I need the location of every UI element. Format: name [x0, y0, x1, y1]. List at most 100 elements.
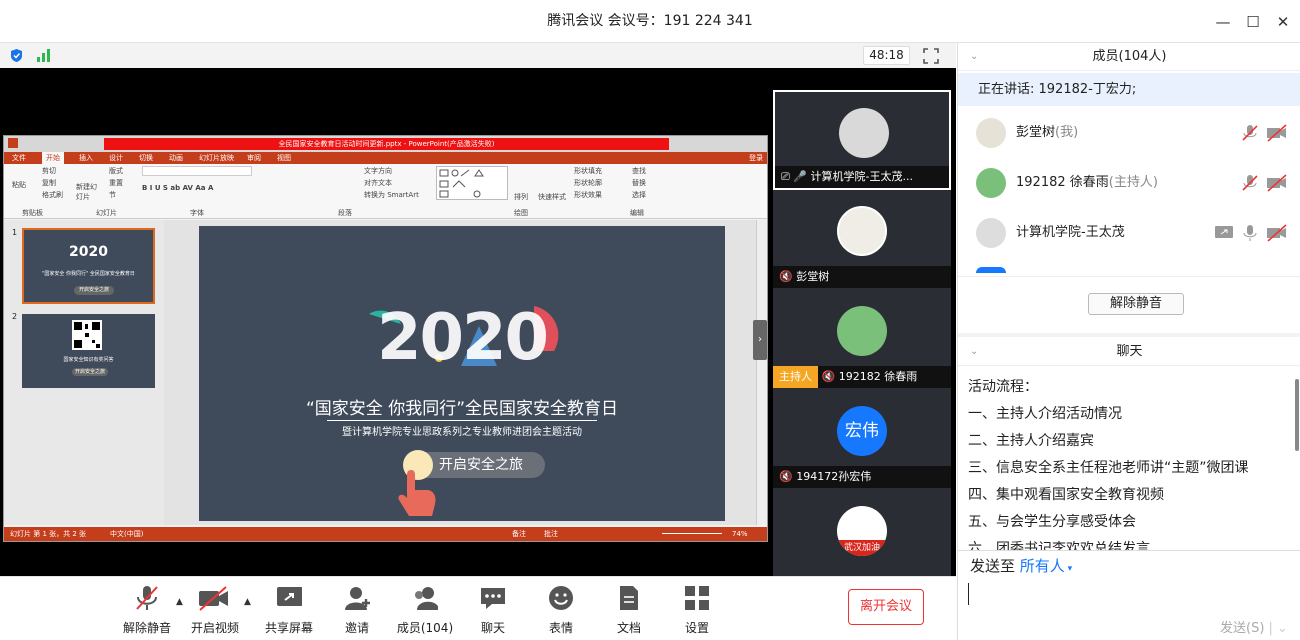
ribbon-item[interactable]: 复制	[42, 178, 56, 188]
ribbon-item[interactable]: 格式刷	[42, 190, 63, 200]
members-button[interactable]: 成员(104)	[390, 583, 460, 637]
thumb-button: 开启安全之旅	[72, 368, 108, 376]
fullscreen-icon[interactable]	[923, 48, 939, 64]
send-to-selector[interactable]: 发送至 所有人 ▾	[970, 555, 1072, 580]
ribbon-item[interactable]: 粘贴	[12, 180, 26, 190]
chat-line: 五、与会学生分享感受体会	[968, 514, 1136, 530]
chat-input[interactable]	[968, 583, 1293, 613]
chevron-down-icon[interactable]: ⌄	[970, 43, 978, 71]
mic-muted-icon	[136, 586, 158, 610]
leave-meeting-button[interactable]: 离开会议	[848, 589, 924, 625]
smile-icon	[549, 586, 573, 610]
video-tile[interactable]: ⎚ 🎤 计算机学院-王太茂...	[773, 90, 951, 190]
ppt-tab[interactable]: 审阅	[247, 152, 261, 164]
mic-muted-icon[interactable]	[1241, 124, 1259, 142]
ribbon-item[interactable]: 节	[109, 190, 116, 200]
ribbon-item[interactable]: 版式	[109, 166, 123, 176]
ribbon-item[interactable]: 替换	[632, 178, 646, 188]
invite-label: 邀请	[344, 621, 369, 635]
ribbon-item[interactable]: 转换为 SmartArt	[364, 190, 419, 200]
unmute-button[interactable]: 解除静音	[112, 583, 182, 637]
send-button[interactable]: 发送(S) | ⌄	[1220, 617, 1288, 636]
ppt-tab[interactable]: 切换	[139, 152, 153, 164]
mic-icon[interactable]	[1241, 224, 1259, 242]
chat-button[interactable]: 聊天	[458, 583, 528, 637]
chat-scrollbar[interactable]	[1295, 379, 1299, 451]
ribbon-item[interactable]: 快速样式	[538, 192, 566, 202]
camera-off-icon[interactable]	[1266, 224, 1288, 242]
unmute-label: 解除静音	[122, 621, 171, 635]
camera-off-icon[interactable]	[1266, 174, 1288, 192]
video-tile[interactable]: 🔇 彭堂树	[773, 190, 951, 290]
ribbon-item[interactable]: 剪切	[42, 166, 56, 176]
emoji-button[interactable]: 表情	[526, 583, 596, 637]
send-to-target[interactable]: 所有人	[1020, 557, 1065, 575]
members-title: 成员(104人)	[1092, 49, 1167, 64]
mic-muted-icon: 🔇	[821, 370, 836, 383]
font-name-field[interactable]	[142, 166, 252, 176]
divider	[958, 333, 1300, 337]
current-slide[interactable]: 2020 “国家安全 你我同行”全民国家安全教育日 暨计算机学院专业思政系列之专…	[199, 226, 725, 521]
video-tile[interactable]: 武汉加油	[773, 490, 951, 576]
start-video-button[interactable]: 开启视频	[180, 583, 250, 637]
ppt-tab[interactable]: 插入	[79, 152, 93, 164]
ppt-tab[interactable]: 设计	[109, 152, 123, 164]
member-row[interactable]: 192182 徐春雨(主持人)	[958, 158, 1300, 208]
signal-icon[interactable]	[36, 47, 52, 63]
slide-thumb-2[interactable]: 国家安全知识有奖问答 开启安全之旅	[22, 314, 155, 388]
tile-name-text: 194172孙宏伟	[796, 470, 872, 483]
expand-strip-arrow[interactable]: ›	[753, 320, 767, 360]
video-tile[interactable]: 宏伟 🔇 194172孙宏伟	[773, 390, 951, 490]
ribbon-item[interactable]: 选择	[632, 190, 646, 200]
ppt-tab[interactable]: 开始	[42, 152, 64, 164]
video-tile[interactable]: 主持人 🔇 192182 徐春雨	[773, 290, 951, 390]
zoom-slider[interactable]	[662, 533, 722, 534]
chevron-down-icon[interactable]: ⌄	[970, 338, 978, 366]
language: 中文(中国)	[110, 530, 144, 538]
notes-button[interactable]: 备注	[512, 527, 526, 541]
ppt-tab[interactable]: 幻灯片放映	[199, 152, 234, 164]
ppt-tab[interactable]: 视图	[277, 152, 291, 164]
maximize-icon[interactable]: ☐	[1243, 12, 1263, 32]
cartoon-avatar	[976, 168, 1006, 198]
caret-up-icon[interactable]: ▲	[244, 597, 251, 607]
member-row[interactable]: 彭堂树(我)	[958, 108, 1300, 158]
caret-down-icon[interactable]: ▾	[1065, 564, 1073, 574]
unmute-all-button[interactable]: 解除静音	[1088, 293, 1184, 315]
ppt-tab[interactable]: 文件	[12, 152, 26, 164]
ribbon-item[interactable]: 形状轮廓	[574, 178, 602, 188]
invite-button[interactable]: 邀请	[322, 583, 392, 637]
ribbon-item[interactable]: 新建幻灯片	[76, 182, 98, 202]
cartoon-avatar	[837, 306, 887, 356]
minimize-icon[interactable]: —	[1213, 12, 1233, 32]
comments-button[interactable]: 批注	[544, 527, 558, 541]
font-format-buttons[interactable]: B I U S ab AV Aa A	[142, 184, 213, 192]
ppt-login[interactable]: 登录	[749, 152, 763, 164]
ribbon-item[interactable]: 文字方向	[364, 166, 392, 176]
video-strip: ⎚ 🎤 计算机学院-王太茂... 🔇 彭堂树 主持人 🔇 192182 徐春雨 …	[773, 90, 951, 576]
camera-off-icon[interactable]	[1266, 124, 1288, 142]
ppt-vertical-scrollbar[interactable]	[756, 220, 767, 525]
ppt-statusbar: 幻灯片 第 1 张，共 2 张 中文(中国) 备注 批注 74%	[4, 527, 767, 541]
member-row[interactable]: 计算机学院-王太茂	[958, 208, 1300, 258]
host-badge: 主持人	[773, 366, 818, 388]
close-icon[interactable]: ✕	[1273, 12, 1293, 32]
members-header[interactable]: ⌄ 成员(104人)	[958, 43, 1300, 71]
ribbon-item[interactable]: 形状效果	[574, 190, 602, 200]
ppt-tab[interactable]: 动画	[169, 152, 183, 164]
screen-share-icon[interactable]	[1214, 224, 1234, 242]
share-screen-button[interactable]: 共享屏幕	[254, 583, 324, 637]
shield-icon[interactable]	[9, 48, 24, 63]
chat-header[interactable]: ⌄ 聊天	[958, 338, 1300, 366]
slide-thumb-1[interactable]: 2020 "国家安全 你我同行" 全民国家安全教育日 开启安全之旅	[22, 228, 155, 304]
ribbon-item[interactable]: 形状填充	[574, 166, 602, 176]
ribbon-item[interactable]: 重置	[109, 178, 123, 188]
shapes-gallery[interactable]	[436, 166, 508, 200]
wuhan-avatar: 武汉加油	[837, 506, 887, 556]
ribbon-item[interactable]: 查找	[632, 166, 646, 176]
ribbon-item[interactable]: 排列	[514, 192, 528, 202]
documents-button[interactable]: 文档	[594, 583, 664, 637]
mic-muted-icon[interactable]	[1241, 174, 1259, 192]
ribbon-item[interactable]: 对齐文本	[364, 178, 392, 188]
settings-button[interactable]: 设置	[662, 583, 732, 637]
